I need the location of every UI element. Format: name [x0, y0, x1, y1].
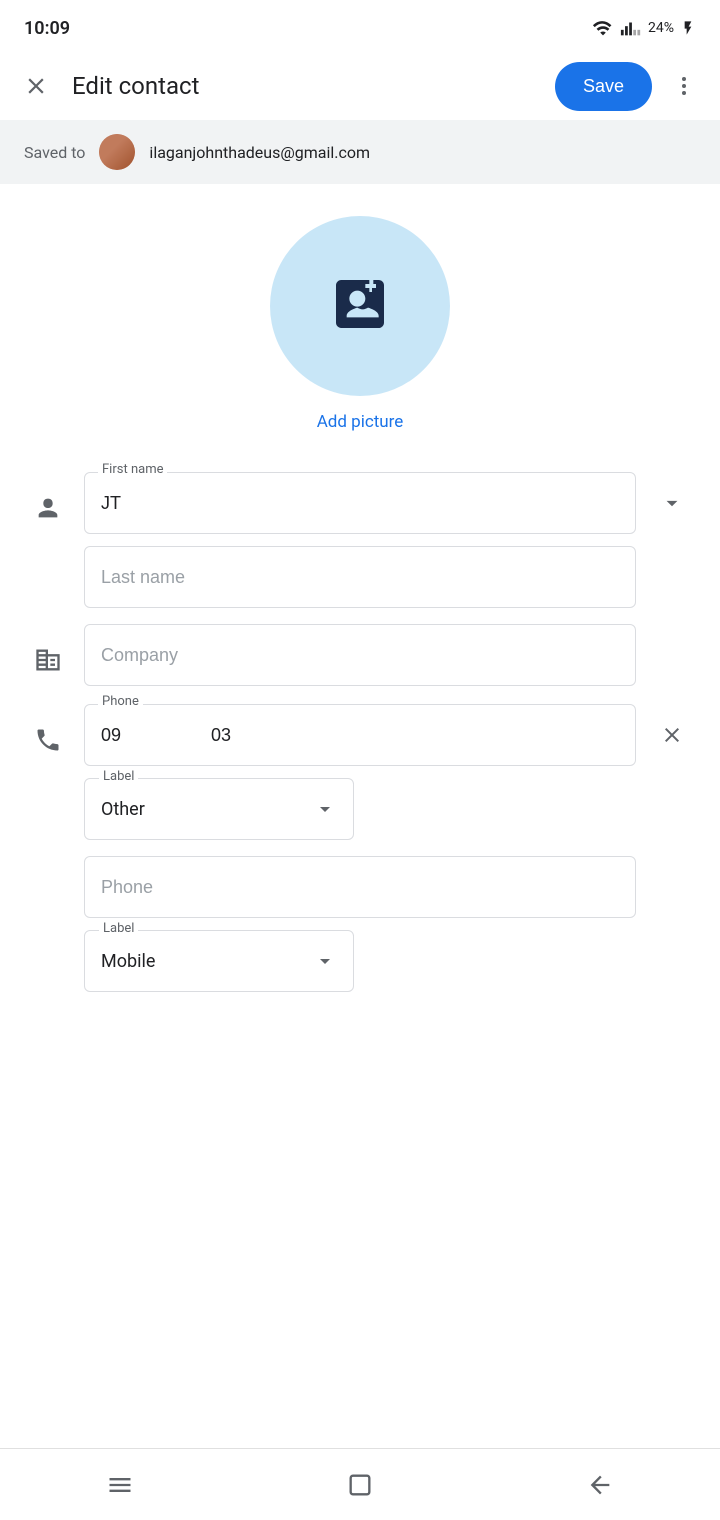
phone-2-wrapper	[84, 856, 636, 918]
expand-button[interactable]	[648, 472, 696, 534]
close-icon	[23, 73, 49, 99]
status-time: 10:09	[24, 18, 70, 39]
page-title: Edit contact	[72, 72, 199, 100]
phone-row-1: Phone Label Other	[24, 704, 696, 840]
phone-fields-2: Label Mobile	[84, 856, 636, 992]
saved-to-email: ilaganjohnthadeus@gmail.com	[149, 143, 370, 162]
phone-1-input[interactable]	[84, 704, 636, 766]
saved-to-banner: Saved to ilaganjohnthadeus@gmail.com	[0, 120, 720, 184]
phone-2-end-spacer	[648, 856, 696, 912]
phone-icon-wrapper	[24, 712, 72, 768]
person-icon-wrapper	[24, 480, 72, 536]
phone-2-input[interactable]	[84, 856, 636, 918]
signal-icon	[620, 17, 642, 39]
more-button[interactable]	[664, 66, 704, 106]
bottom-nav	[0, 1448, 720, 1520]
last-name-input[interactable]	[84, 546, 636, 608]
saved-to-label: Saved to	[24, 143, 85, 162]
add-photo-icon	[328, 272, 392, 340]
phone-2-spacer	[24, 856, 72, 912]
company-wrapper	[84, 624, 636, 686]
label-2-value: Mobile	[101, 951, 313, 972]
label-2-text: Label	[99, 921, 138, 936]
add-picture-button[interactable]: Add picture	[317, 412, 404, 432]
form-section: First name Phone	[0, 452, 720, 1028]
home-icon	[346, 1471, 374, 1499]
chevron-down-icon	[659, 490, 685, 516]
company-icon-wrapper	[24, 632, 72, 688]
last-name-wrapper	[84, 546, 636, 608]
phone-2-label-dropdown[interactable]: Label Mobile	[84, 930, 354, 992]
charging-icon	[680, 20, 696, 36]
status-bar: 10:09 24%	[0, 0, 720, 52]
wifi-icon	[592, 17, 614, 39]
first-name-row: First name	[24, 472, 696, 608]
close-button[interactable]	[16, 66, 56, 106]
first-name-label: First name	[98, 462, 167, 477]
phone-fields-1: Phone Label Other	[84, 704, 636, 840]
menu-icon	[106, 1471, 134, 1499]
first-name-wrapper: First name	[84, 472, 636, 534]
close-phone-1-icon	[660, 723, 684, 747]
dropdown-arrow-1-icon	[313, 797, 337, 821]
toolbar-left: Edit contact	[16, 66, 199, 106]
avatar	[99, 134, 135, 170]
nav-back-button[interactable]	[570, 1455, 630, 1515]
avatar-image	[99, 134, 135, 170]
add-photo-button[interactable]	[270, 216, 450, 396]
company-icon	[34, 646, 62, 674]
label-1-text: Label	[99, 769, 138, 784]
nav-home-button[interactable]	[330, 1455, 390, 1515]
company-spacer	[648, 624, 696, 680]
status-icons: 24%	[592, 17, 696, 39]
dropdown-arrow-2-icon	[313, 949, 337, 973]
first-name-input[interactable]	[84, 472, 636, 534]
battery-text: 24%	[648, 20, 674, 36]
company-input[interactable]	[84, 624, 636, 686]
phone-icon	[34, 726, 62, 754]
phone-row-2: Label Mobile	[24, 856, 696, 992]
company-row	[24, 624, 696, 688]
label-1-value: Other	[101, 799, 313, 820]
remove-phone-1-button[interactable]	[648, 704, 696, 766]
nav-menu-button[interactable]	[90, 1455, 150, 1515]
photo-section: Add picture	[0, 184, 720, 452]
toolbar: Edit contact Save	[0, 52, 720, 120]
more-icon	[672, 74, 696, 98]
save-button[interactable]: Save	[555, 62, 652, 111]
phone-1-wrapper: Phone	[84, 704, 636, 766]
back-icon	[586, 1471, 614, 1499]
phone-1-label-dropdown[interactable]: Label Other	[84, 778, 354, 840]
phone-1-label: Phone	[98, 694, 143, 709]
name-fields: First name	[84, 472, 636, 608]
person-icon	[34, 494, 62, 522]
